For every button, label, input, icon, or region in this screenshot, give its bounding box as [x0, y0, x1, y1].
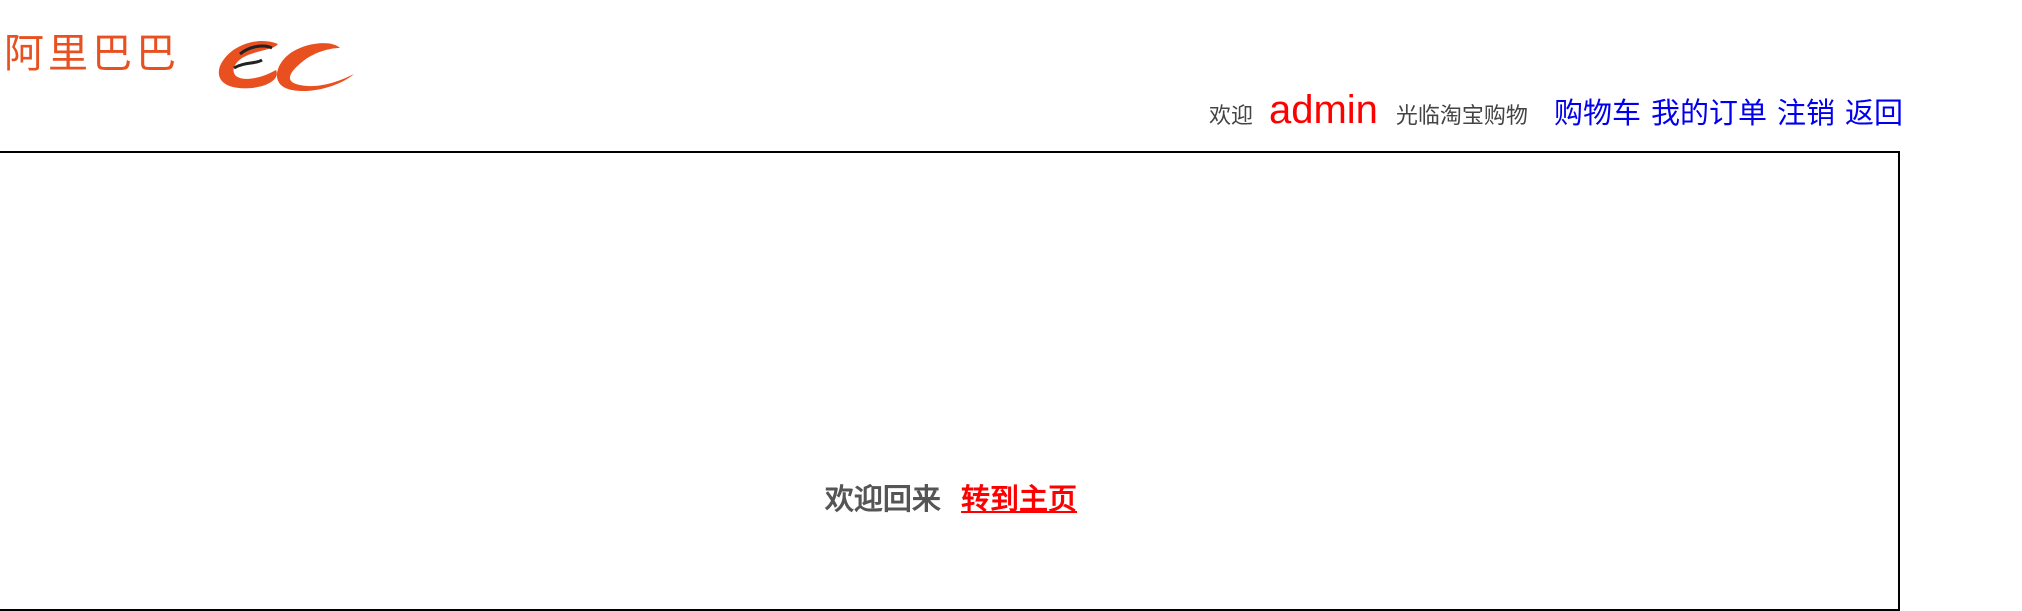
home-link[interactable]: 转到主页 — [961, 482, 1077, 516]
welcome-prefix: 欢迎 — [1208, 104, 1253, 129]
back-link[interactable]: 返回 — [1845, 90, 1903, 132]
logout-link[interactable]: 注销 — [1777, 90, 1835, 132]
welcome-message: 欢迎回来 转到主页 — [0, 476, 1902, 518]
alibaba-smile-logo-icon — [218, 40, 354, 92]
logo-text: 阿里巴巴 — [4, 31, 180, 77]
main-panel — [0, 151, 1900, 611]
user-nav-bar: 欢迎 admin 光临淘宝购物 购物车 我的订单 注销 返回 — [1208, 88, 1903, 132]
welcome-suffix: 光临淘宝购物 — [1395, 104, 1528, 129]
username: admin — [1268, 88, 1378, 132]
site-logo: 阿里巴巴 — [0, 14, 380, 94]
orders-link[interactable]: 我的订单 — [1651, 90, 1767, 132]
welcome-back-text: 欢迎回来 — [824, 482, 941, 516]
cart-link[interactable]: 购物车 — [1554, 90, 1641, 132]
